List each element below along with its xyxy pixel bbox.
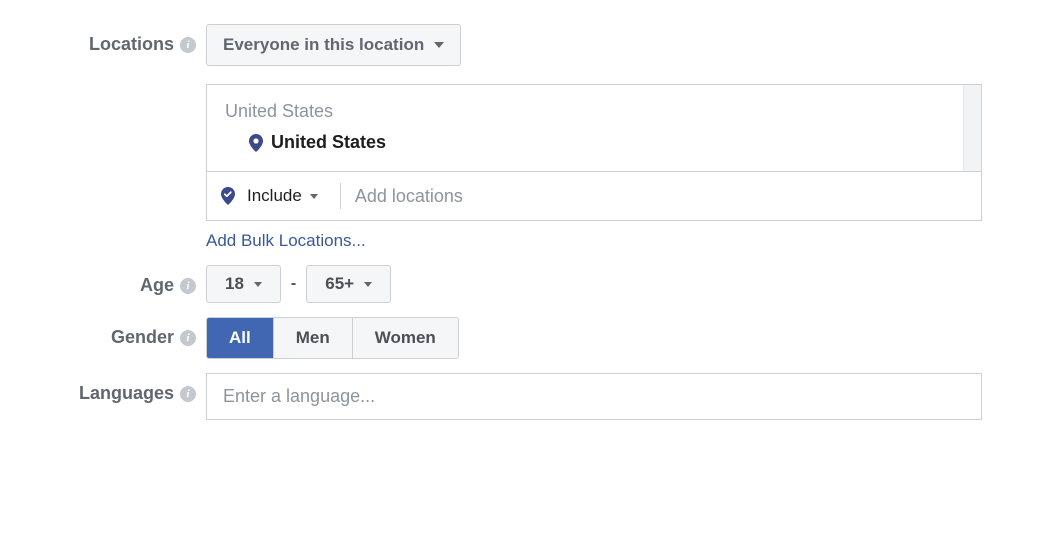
age-label-col: Age i xyxy=(0,265,206,296)
languages-label: Languages xyxy=(79,383,174,404)
location-item-name: United States xyxy=(271,132,386,153)
age-min-value: 18 xyxy=(225,274,244,294)
location-scope-label: Everyone in this location xyxy=(223,35,424,55)
info-icon[interactable]: i xyxy=(180,37,196,53)
caret-down-icon xyxy=(310,194,318,199)
locations-add-bar: Include xyxy=(207,171,981,220)
locations-selected-area: United States United States xyxy=(207,85,981,171)
gender-option-women[interactable]: Women xyxy=(353,318,458,358)
languages-label-col: Languages i xyxy=(0,373,206,404)
add-bulk-locations-link[interactable]: Add Bulk Locations... xyxy=(206,231,366,251)
languages-controls xyxy=(206,373,1006,420)
locations-box: United States United States Include xyxy=(206,84,982,221)
info-icon[interactable]: i xyxy=(180,386,196,402)
gender-option-all[interactable]: All xyxy=(207,318,274,358)
locations-label: Locations xyxy=(89,34,174,55)
add-locations-input[interactable] xyxy=(355,186,967,207)
divider xyxy=(340,183,341,209)
gender-controls: All Men Women xyxy=(206,317,1006,359)
age-separator: - xyxy=(291,275,296,293)
age-row: Age i 18 - 65+ xyxy=(0,265,1038,303)
locations-row: Locations i Everyone in this location Un… xyxy=(0,24,1038,251)
age-max-value: 65+ xyxy=(325,274,354,294)
age-controls: 18 - 65+ xyxy=(206,265,1006,303)
location-scope-dropdown[interactable]: Everyone in this location xyxy=(206,24,461,66)
location-group-label: United States xyxy=(225,101,945,122)
pin-icon xyxy=(249,134,263,152)
gender-label: Gender xyxy=(111,327,174,348)
gender-option-men[interactable]: Men xyxy=(274,318,353,358)
gender-label-col: Gender i xyxy=(0,317,206,348)
scrollbar[interactable] xyxy=(963,85,981,171)
locations-label-col: Locations i xyxy=(0,24,206,55)
info-icon[interactable]: i xyxy=(180,330,196,346)
caret-down-icon xyxy=(364,282,372,287)
locations-content: United States United States xyxy=(207,85,963,171)
caret-down-icon xyxy=(434,42,444,48)
location-item[interactable]: United States xyxy=(225,132,945,153)
languages-input[interactable] xyxy=(206,373,982,420)
locations-controls: Everyone in this location United States … xyxy=(206,24,1006,251)
gender-segmented-control: All Men Women xyxy=(206,317,459,359)
include-label: Include xyxy=(247,186,302,206)
caret-down-icon xyxy=(254,282,262,287)
age-label: Age xyxy=(140,275,174,296)
pin-check-icon xyxy=(221,187,235,205)
age-min-dropdown[interactable]: 18 xyxy=(206,265,281,303)
gender-row: Gender i All Men Women xyxy=(0,317,1038,359)
languages-row: Languages i xyxy=(0,373,1038,420)
age-max-dropdown[interactable]: 65+ xyxy=(306,265,391,303)
include-dropdown[interactable]: Include xyxy=(239,182,326,210)
info-icon[interactable]: i xyxy=(180,278,196,294)
